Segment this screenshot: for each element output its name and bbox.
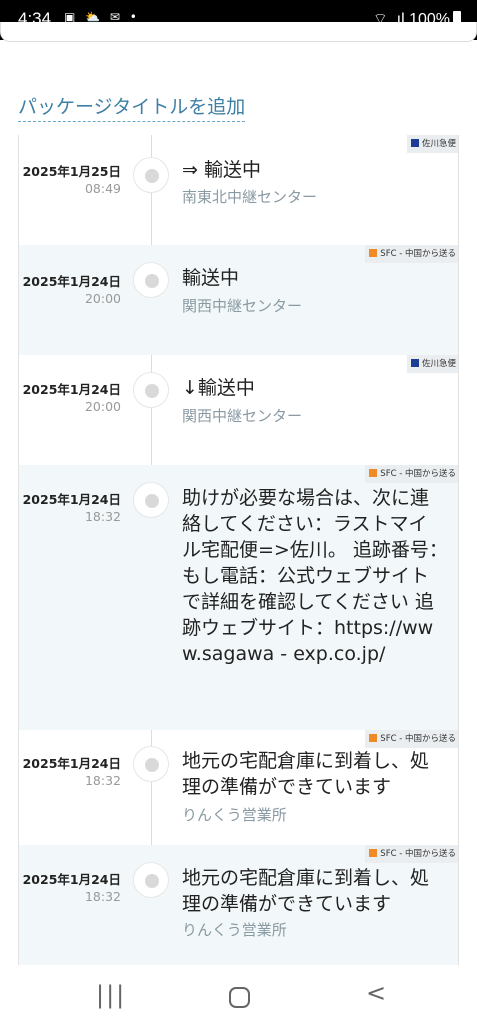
carrier-name: 佐川急便 (421, 139, 456, 149)
tracking-event: 佐川急便 2025年1月24日 20:00 ↓輸送中 関西中継センター (19, 355, 458, 465)
event-location: りんくう営業所 (182, 806, 287, 824)
carrier-name: SFC - 中国から送る (380, 849, 456, 859)
timeline-dot-icon (133, 262, 169, 298)
event-date: 2025年1月24日 (22, 382, 121, 397)
carrier-badge: SFC - 中国から送る (365, 845, 458, 863)
carrier-badge: SFC - 中国から送る (365, 730, 458, 748)
carrier-name: SFC - 中国から送る (380, 249, 456, 259)
event-date: 2025年1月24日 (22, 872, 121, 887)
carrier-badge: SFC - 中国から送る (365, 245, 458, 263)
navigation-bar: ||| < (0, 965, 477, 1024)
carrier-name: 佐川急便 (421, 359, 456, 369)
event-date: 2025年1月24日 (22, 492, 121, 507)
event-date: 2025年1月24日 (22, 274, 121, 289)
home-button[interactable] (229, 987, 250, 1008)
event-time: 18:32 (84, 889, 121, 904)
event-status: 助けが必要な場合は、次に連絡してください：ラストマイル宅配便=>佐川。 追跡番号… (182, 487, 458, 665)
event-time: 08:49 (84, 181, 121, 196)
carrier-name: SFC - 中国から送る (380, 469, 456, 479)
carrier-logo-icon (369, 469, 378, 477)
carrier-logo-icon (369, 734, 378, 742)
add-package-title-link[interactable]: パッケージタイトルを追加 (18, 92, 246, 122)
timeline-dot-icon (133, 482, 169, 518)
carrier-badge: 佐川急便 (406, 135, 458, 153)
event-date: 2025年1月24日 (22, 756, 121, 771)
tracking-event: SFC - 中国から送る 2025年1月24日 18:32 地元の宅配倉庫に到着… (19, 730, 458, 845)
timeline-dot-icon (133, 746, 169, 782)
carrier-logo-icon (410, 139, 419, 147)
timeline-dot-icon (133, 157, 169, 193)
event-status: 輸送中 (182, 267, 240, 289)
carrier-logo-icon (369, 849, 378, 857)
carrier-name: SFC - 中国から送る (380, 734, 456, 744)
tracking-event: 佐川急便 2025年1月25日 08:49 ⇒ 輸送中 南東北中継センター (19, 135, 458, 245)
recent-apps-button[interactable]: ||| (96, 981, 126, 1009)
carrier-badge: 佐川急便 (406, 355, 458, 373)
event-status: ↓輸送中 (182, 377, 255, 399)
event-time: 20:00 (84, 291, 121, 306)
tracking-event: SFC - 中国から送る 2025年1月24日 18:32 助けが必要な場合は、… (19, 465, 458, 730)
event-location: 関西中継センター (182, 407, 303, 425)
event-status: ⇒ 輸送中 (182, 159, 261, 181)
event-time: 18:32 (84, 509, 121, 524)
back-button[interactable]: < (366, 979, 386, 1007)
event-time: 18:32 (84, 773, 121, 788)
event-location: 関西中継センター (182, 297, 303, 315)
tracking-timeline: 佐川急便 2025年1月25日 08:49 ⇒ 輸送中 南東北中継センター SF… (18, 135, 459, 965)
top-card (0, 22, 477, 42)
carrier-badge: SFC - 中国から送る (365, 465, 458, 483)
event-date: 2025年1月25日 (22, 164, 121, 179)
timeline-dot-icon (133, 372, 169, 408)
event-location: りんくう営業所 (182, 921, 287, 939)
event-status: 地元の宅配倉庫に到着し、処理の準備ができています (182, 750, 430, 798)
tracking-event: SFC - 中国から送る 2025年1月24日 20:00 輸送中 関西中継セン… (19, 245, 458, 355)
event-time: 20:00 (84, 399, 121, 414)
timeline-dot-icon (133, 862, 169, 898)
carrier-logo-icon (410, 359, 419, 367)
carrier-logo-icon (369, 249, 378, 257)
tracking-event: SFC - 中国から送る 2025年1月24日 18:32 地元の宅配倉庫に到着… (19, 845, 458, 965)
event-location: 南東北中継センター (182, 188, 318, 206)
event-status: 地元の宅配倉庫に到着し、処理の準備ができています (182, 867, 430, 915)
